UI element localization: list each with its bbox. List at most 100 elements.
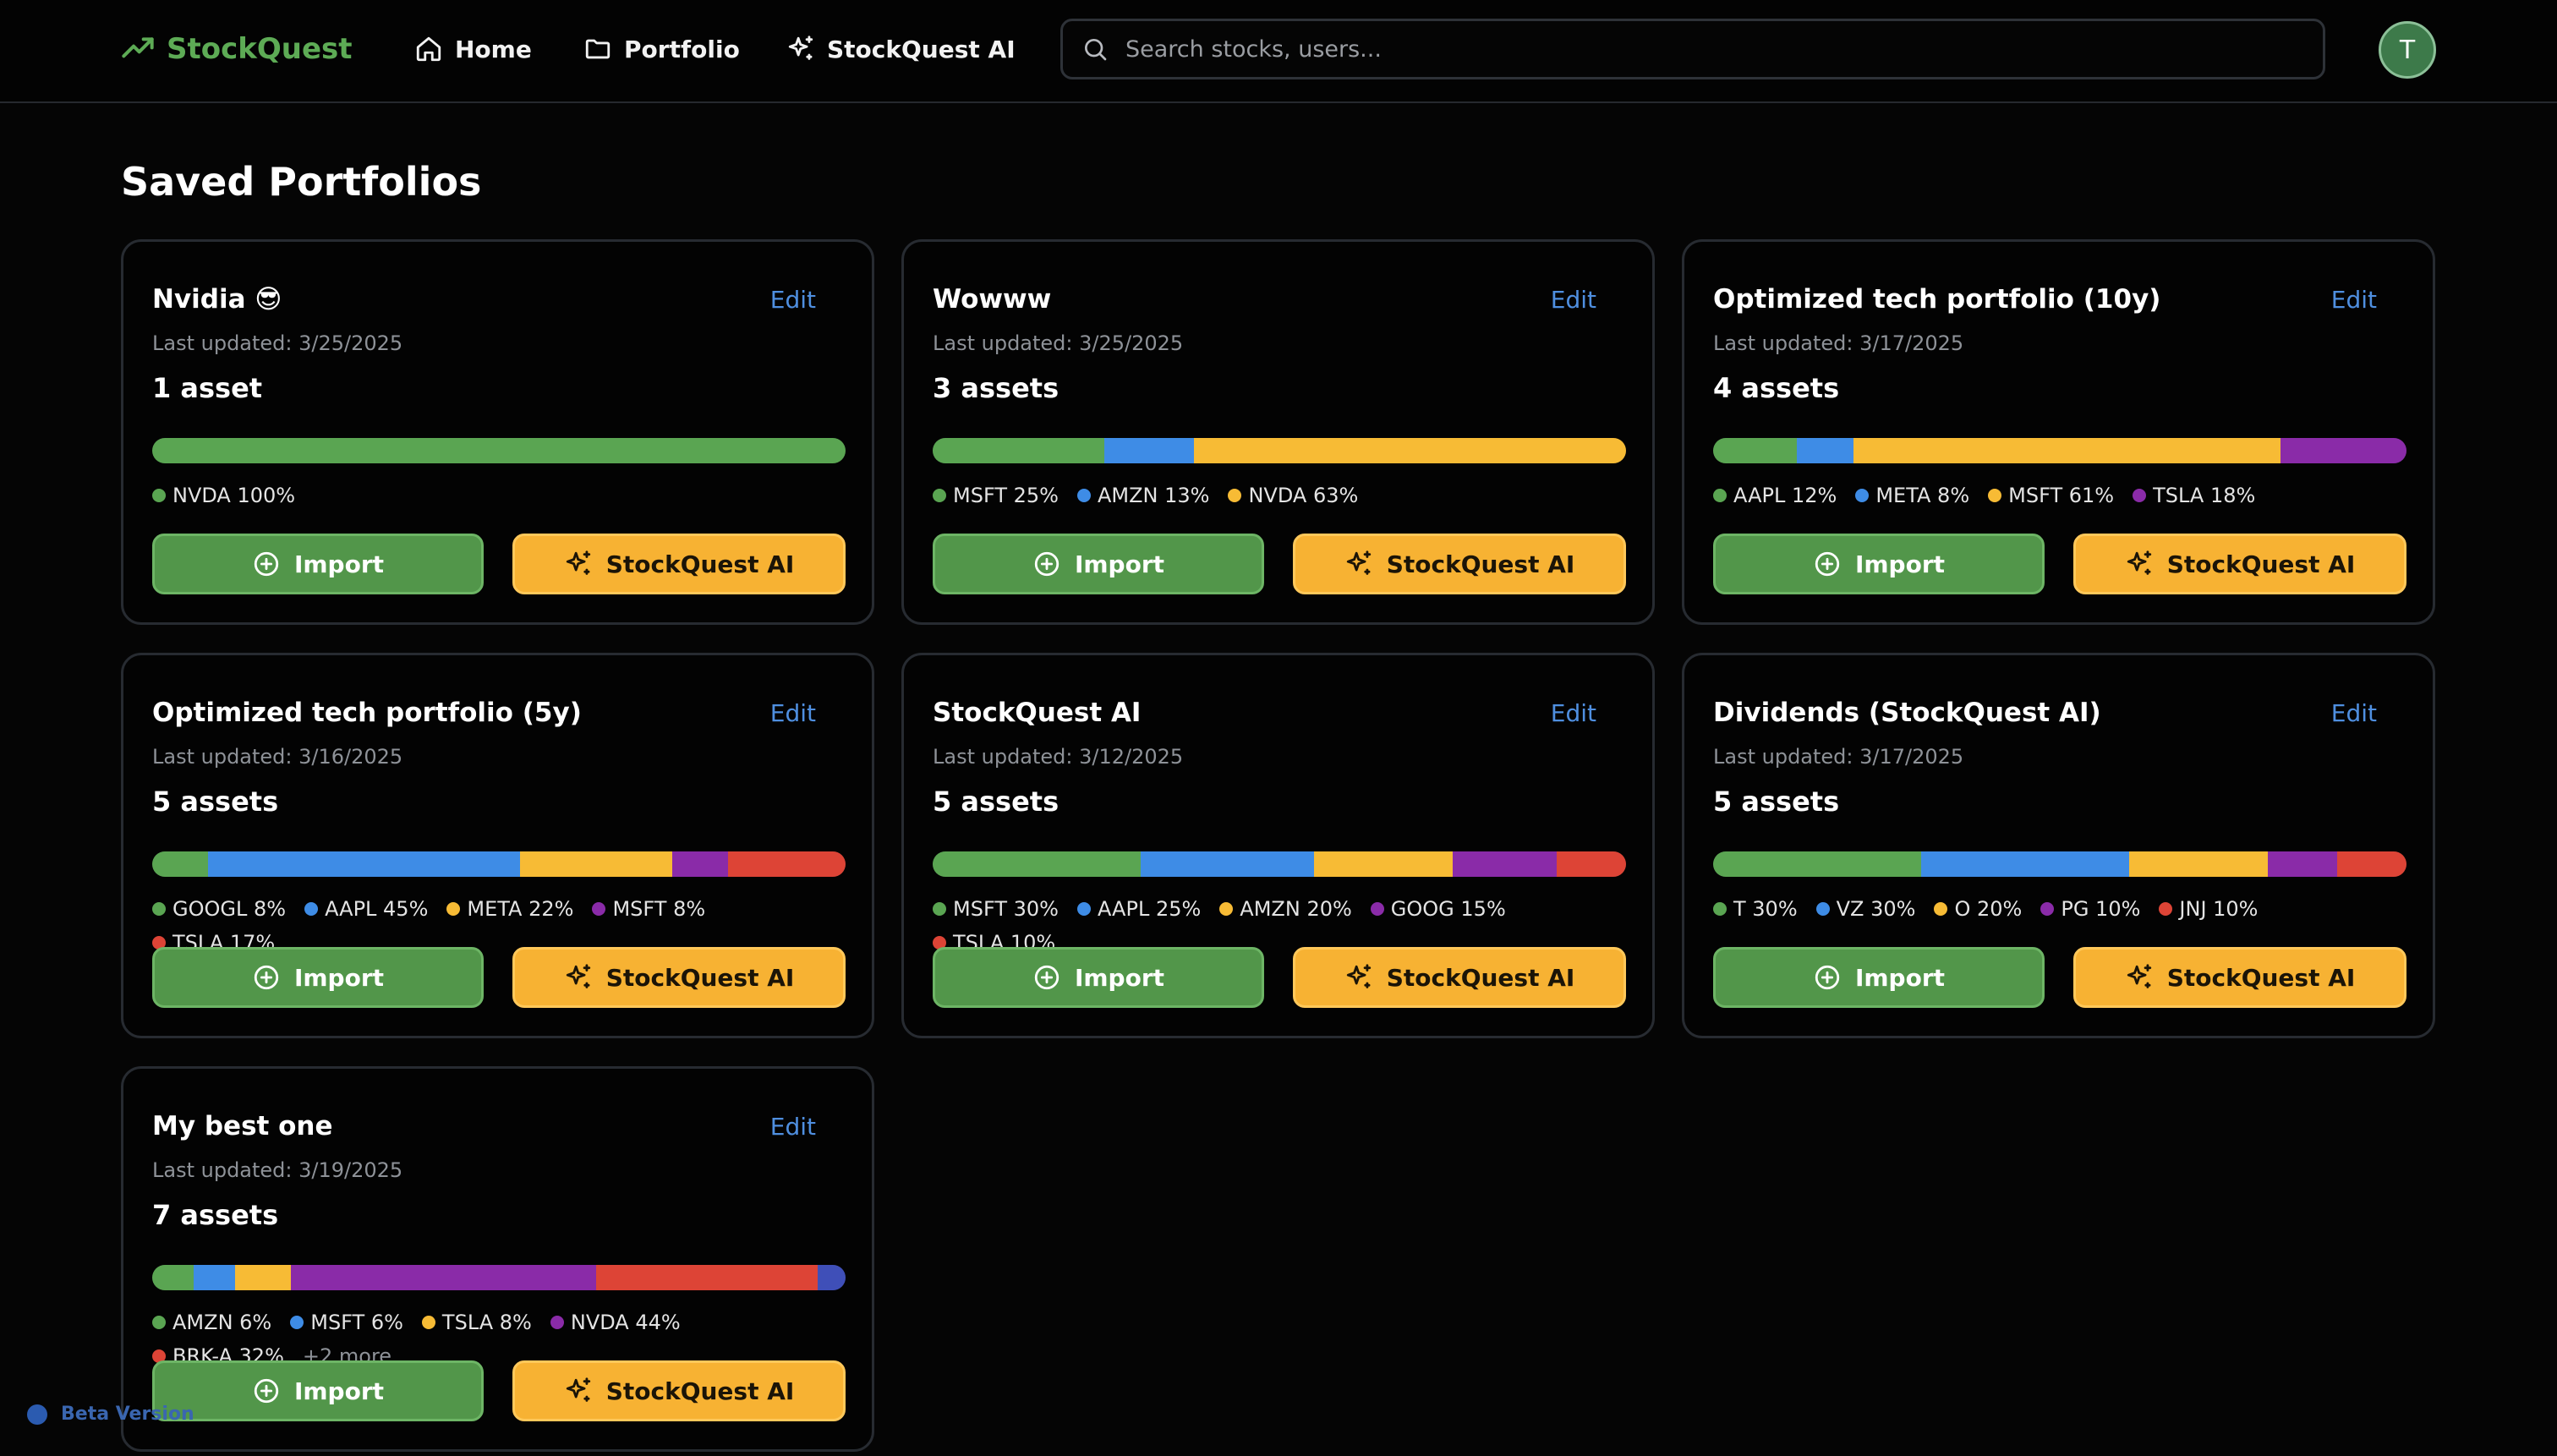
- legend-label: AMZN 13%: [1097, 484, 1210, 507]
- nav-portfolio[interactable]: Portfolio: [583, 29, 740, 69]
- edit-link[interactable]: Edit: [770, 1113, 816, 1141]
- allocation-segment: [152, 851, 208, 877]
- import-button-label: Import: [293, 550, 385, 578]
- allocation-segment: [152, 438, 846, 463]
- legend-dot: [1228, 489, 1242, 502]
- stockquest-ai-button[interactable]: StockQuest AI: [1293, 534, 1626, 594]
- nav-portfolio-label: Portfolio: [624, 35, 740, 63]
- allocation-segment: [1453, 851, 1557, 877]
- portfolio-card: StockQuest AI Edit Last updated: 3/12/2025…: [901, 653, 1655, 1038]
- legend-label: MSFT 61%: [2008, 484, 2115, 507]
- edit-link[interactable]: Edit: [770, 286, 816, 314]
- user-avatar[interactable]: T: [2379, 21, 2436, 79]
- legend-item: GOOGL 8%: [152, 892, 286, 926]
- edit-link[interactable]: Edit: [1551, 699, 1596, 727]
- nav-home[interactable]: Home: [414, 29, 532, 69]
- home-icon: [416, 36, 441, 62]
- allocation-segment: [818, 1265, 846, 1290]
- legend-label: GOOGL 8%: [172, 897, 287, 921]
- beta-version-badge: Beta Version: [27, 1404, 194, 1425]
- legend-label: NVDA 100%: [172, 484, 296, 507]
- import-button[interactable]: Import: [1713, 947, 2045, 1008]
- search-input[interactable]: [1125, 36, 2292, 63]
- search-bar[interactable]: [1060, 19, 2325, 79]
- allocation-segment: [1853, 438, 2280, 463]
- edit-link[interactable]: Edit: [2331, 699, 2377, 727]
- last-updated: Last updated: 3/16/2025: [152, 745, 403, 769]
- legend-label: T 30%: [1733, 897, 1798, 921]
- stockquest-ai-button[interactable]: StockQuest AI: [2073, 947, 2406, 1008]
- legend-item: VZ 30%: [1815, 892, 1915, 926]
- plus-circle-icon: [1815, 551, 1840, 577]
- legend-label: PG 10%: [2061, 897, 2141, 921]
- asset-count: 5 assets: [1713, 785, 1840, 818]
- portfolio-title: My best one: [152, 1111, 333, 1141]
- allocation-legend: T 30% VZ 30% O 20% PG 10% JNJ 10%: [1713, 892, 2406, 926]
- import-button[interactable]: Import: [152, 1360, 484, 1421]
- import-button[interactable]: Import: [152, 947, 484, 1008]
- last-updated: Last updated: 3/17/2025: [1713, 331, 1964, 355]
- import-button[interactable]: Import: [152, 534, 484, 594]
- legend-label: MSFT 30%: [953, 897, 1059, 921]
- asset-count: 4 assets: [1713, 372, 1840, 404]
- legend-item: AMZN 13%: [1076, 479, 1210, 512]
- stockquest-ai-button[interactable]: StockQuest AI: [2073, 534, 2406, 594]
- allocation-segment: [1103, 438, 1194, 463]
- folder-icon: [585, 39, 611, 59]
- nav-stockquest-ai[interactable]: StockQuest AI: [786, 29, 1016, 69]
- legend-dot: [2040, 902, 2055, 916]
- edit-link[interactable]: Edit: [770, 699, 816, 727]
- import-button-label: Import: [1854, 550, 1946, 578]
- legend-item: GOOG 15%: [1370, 892, 1506, 926]
- stockquest-ai-button[interactable]: StockQuest AI: [512, 534, 846, 594]
- stockquest-ai-button[interactable]: StockQuest AI: [1293, 947, 1626, 1008]
- allocation-segment: [1193, 438, 1626, 463]
- portfolio-card: My best one Edit Last updated: 3/19/2025 7 …: [121, 1066, 874, 1452]
- allocation-bar: [152, 1265, 846, 1290]
- edit-link[interactable]: Edit: [1551, 286, 1596, 314]
- portfolio-title: Nvidia 😎: [152, 284, 282, 315]
- allocation-bar: [1713, 851, 2406, 877]
- stockquest-ai-button[interactable]: StockQuest AI: [512, 947, 846, 1008]
- stockquest-ai-button[interactable]: StockQuest AI: [512, 1360, 846, 1421]
- last-updated: Last updated: 3/19/2025: [152, 1158, 403, 1182]
- ai-button-label: StockQuest AI: [1386, 963, 1575, 992]
- legend-dot: [152, 902, 166, 916]
- legend-dot: [933, 902, 946, 916]
- legend-dot: [1855, 489, 1870, 502]
- legend-item: NVDA 44%: [550, 1305, 681, 1339]
- legend-label: TSLA 18%: [2153, 484, 2256, 507]
- allocation-segment: [1557, 851, 1626, 877]
- allocation-segment: [1314, 851, 1453, 877]
- allocation-segment: [152, 1265, 194, 1290]
- sparkles-icon: [788, 36, 813, 60]
- portfolio-card: Wowww Edit Last updated: 3/25/2025 3 assets…: [901, 239, 1655, 625]
- legend-dot: [152, 1316, 166, 1329]
- legend-item: TSLA 18%: [2133, 479, 2255, 512]
- import-button-label: Import: [1074, 550, 1165, 578]
- legend-item: NVDA 100%: [152, 479, 295, 512]
- allocation-segment: [291, 1265, 596, 1290]
- import-button[interactable]: Import: [933, 947, 1264, 1008]
- ai-button-label: StockQuest AI: [605, 1377, 795, 1405]
- legend-item: JNJ 10%: [2159, 892, 2259, 926]
- legend-dot: [2159, 902, 2173, 916]
- trending-up-icon: [122, 37, 154, 58]
- ai-button-label: StockQuest AI: [1386, 550, 1575, 578]
- asset-count: 1 asset: [152, 372, 263, 404]
- import-button[interactable]: Import: [933, 534, 1264, 594]
- legend-label: AAPL 45%: [325, 897, 429, 921]
- asset-count: 5 assets: [152, 785, 279, 818]
- asset-count: 3 assets: [933, 372, 1059, 404]
- legend-label: MSFT 25%: [953, 484, 1059, 507]
- legend-item: AMZN 6%: [152, 1305, 271, 1339]
- sparkles-icon: [566, 1377, 590, 1402]
- allocation-bar: [933, 851, 1626, 877]
- allocation-segment: [207, 851, 520, 877]
- edit-link[interactable]: Edit: [2331, 286, 2377, 314]
- import-button[interactable]: Import: [1713, 534, 2045, 594]
- legend-item: AMZN 20%: [1219, 892, 1352, 926]
- legend-dot: [1076, 902, 1091, 916]
- brand-logo[interactable]: StockQuest: [121, 29, 353, 69]
- legend-item: T 30%: [1713, 892, 1798, 926]
